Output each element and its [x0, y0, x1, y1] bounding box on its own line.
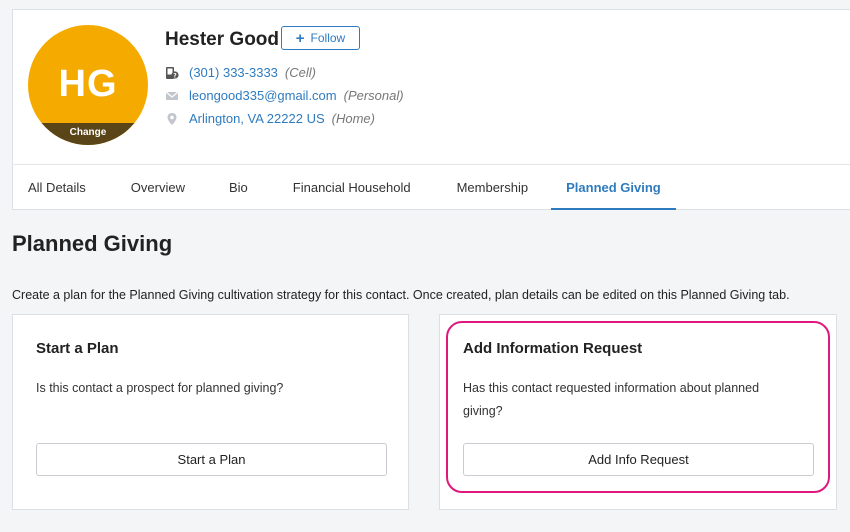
avatar[interactable]: HG Change: [28, 25, 148, 145]
envelope-icon: [165, 89, 179, 103]
page-title: Planned Giving: [12, 231, 173, 256]
start-plan-card: Start a Plan Is this contact a prospect …: [12, 314, 409, 510]
phone-icon: ?: [165, 66, 179, 80]
start-plan-button[interactable]: Start a Plan: [36, 443, 387, 476]
info-request-text: Has this contact requested information a…: [463, 377, 759, 423]
tab-membership[interactable]: Membership: [434, 165, 552, 210]
tab-bio[interactable]: Bio: [207, 165, 270, 210]
avatar-initials: HG: [58, 63, 118, 105]
info-request-title: Add Information Request: [463, 340, 643, 357]
plus-icon: +: [295, 29, 305, 47]
address-link[interactable]: Arlington, VA 22222 US: [189, 111, 325, 126]
svg-text:?: ?: [173, 72, 177, 79]
info-request-text-line2: giving?: [463, 404, 503, 418]
tab-planned-giving[interactable]: Planned Giving: [551, 165, 676, 210]
follow-button[interactable]: + Follow: [281, 26, 360, 50]
contact-name: Hester Good: [165, 29, 280, 50]
email-row: leongood335@gmail.com (Personal): [165, 88, 404, 103]
phone-link[interactable]: (301) 333-3333: [189, 65, 278, 80]
change-avatar-button[interactable]: Change: [28, 123, 148, 145]
address-row: Arlington, VA 22222 US (Home): [165, 111, 375, 126]
tab-bar: All Details Overview Bio Financial House…: [12, 164, 850, 210]
add-info-request-button[interactable]: Add Info Request: [463, 443, 814, 476]
address-type: (Home): [331, 111, 375, 126]
email-link[interactable]: leongood335@gmail.com: [189, 88, 337, 103]
start-plan-title: Start a Plan: [36, 340, 119, 357]
phone-type: (Cell): [284, 65, 316, 80]
email-type: (Personal): [343, 88, 404, 103]
intro-text: Create a plan for the Planned Giving cul…: [12, 288, 790, 302]
map-pin-icon: [165, 112, 179, 126]
tab-overview[interactable]: Overview: [102, 165, 207, 210]
info-request-card: Add Information Request Has this contact…: [439, 314, 837, 510]
info-request-text-line1: Has this contact requested information a…: [463, 381, 760, 395]
follow-label: Follow: [310, 31, 346, 45]
tab-financial-household[interactable]: Financial Household: [270, 165, 434, 210]
tab-all-details[interactable]: All Details: [12, 165, 102, 210]
phone-row: ? (301) 333-3333 (Cell): [165, 65, 316, 80]
start-plan-text: Is this contact a prospect for planned g…: [36, 381, 284, 395]
